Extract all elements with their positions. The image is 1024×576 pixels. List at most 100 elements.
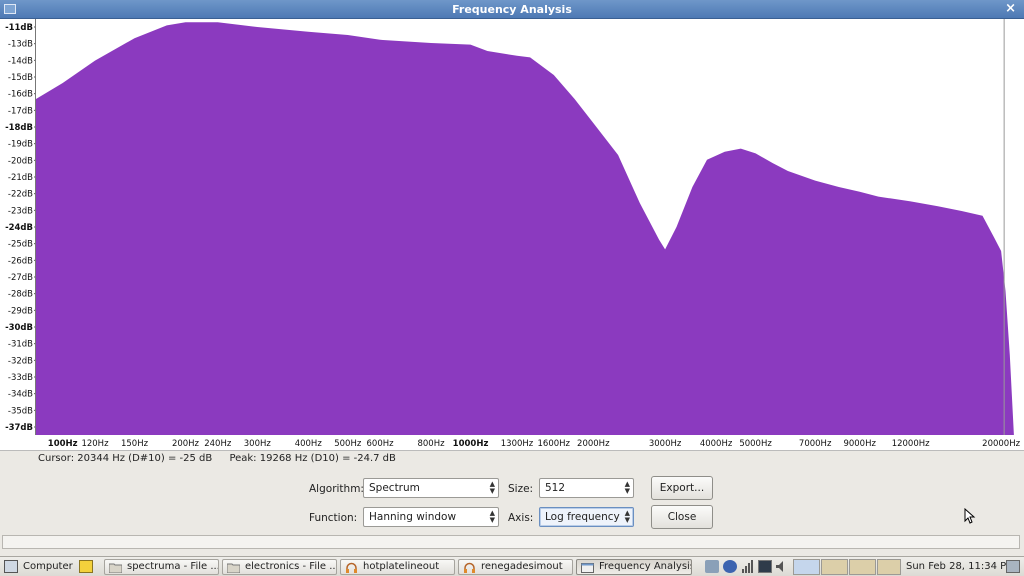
headphones-icon <box>346 562 357 573</box>
workspace-1[interactable] <box>793 559 820 575</box>
function-label: Function: <box>309 512 358 524</box>
task-spectruma[interactable]: spectruma - File ... <box>104 559 219 575</box>
axis-value: Log frequency <box>545 511 620 523</box>
y-tick-label: -14dB <box>8 56 33 66</box>
folder-icon <box>109 563 122 573</box>
x-tick-label: 2000Hz <box>577 439 610 449</box>
x-tick-label: 600Hz <box>367 439 395 449</box>
show-desktop-icon[interactable] <box>1006 560 1020 573</box>
y-tick-label: -30dB <box>5 323 33 333</box>
window-icon <box>581 563 594 573</box>
x-tick-label: 9000Hz <box>843 439 876 449</box>
x-tick-label: 7000Hz <box>799 439 832 449</box>
x-tick-label: 120Hz <box>81 439 109 449</box>
x-tick-label: 4000Hz <box>700 439 733 449</box>
title-bar[interactable]: Frequency Analysis × <box>0 0 1024 19</box>
update-icon[interactable] <box>723 560 737 573</box>
size-label: Size: <box>508 483 534 495</box>
x-tick-label: 5000Hz <box>739 439 772 449</box>
frequency-analysis-window: Frequency Analysis × -11dB -13dB -14dB -15d… <box>0 0 1024 556</box>
x-tick-label: 1000Hz <box>453 439 489 449</box>
spectrum-plot[interactable]: -11dB -13dB -14dB -15dB -16dB -17dB -18dB -19dB… <box>0 19 1024 451</box>
size-select[interactable]: 512 ▲ ▼ <box>539 478 634 498</box>
y-tick-label: -32dB <box>8 356 33 366</box>
spin-arrows-icon: ▲ ▼ <box>489 480 495 495</box>
folder-icon <box>227 563 240 573</box>
spectrum-chart[interactable] <box>36 19 1018 435</box>
headphones-icon <box>464 562 475 573</box>
spin-arrows-icon: ▲ ▼ <box>624 480 630 495</box>
y-tick-label: -21dB <box>8 173 33 183</box>
y-tick-label: -33dB <box>8 373 33 383</box>
x-tick-label: 200Hz <box>172 439 200 449</box>
mouse-pointer-icon <box>964 508 976 524</box>
taskbar: Computer spectruma - File ... electronic… <box>0 556 1024 576</box>
export-button[interactable]: Export... <box>651 476 713 500</box>
window-title: Frequency Analysis <box>452 3 572 16</box>
x-axis: 100Hz 120Hz 150Hz 200Hz 240Hz 300Hz 400Hz 500Hz… <box>48 439 1021 449</box>
axis-select[interactable]: Log frequency ▲ ▼ <box>539 507 634 527</box>
x-tick-label: 12000Hz <box>892 439 930 449</box>
window-close-button[interactable]: × <box>1005 1 1016 16</box>
y-tick-label: -19dB <box>8 140 33 150</box>
algorithm-label: Algorithm: <box>309 483 364 495</box>
workspace-4[interactable] <box>877 559 901 575</box>
display-icon[interactable] <box>758 560 772 573</box>
volume-icon[interactable] <box>775 560 789 573</box>
y-tick-label: -23dB <box>8 206 33 216</box>
workspace-2[interactable] <box>821 559 848 575</box>
x-tick-label: 300Hz <box>244 439 272 449</box>
x-tick-label: 240Hz <box>204 439 232 449</box>
y-tick-label: -24dB <box>5 223 33 233</box>
task-hotplatelineout[interactable]: hotplatelineout <box>340 559 455 575</box>
notes-launcher-icon[interactable] <box>79 560 93 573</box>
y-tick-label: -29dB <box>8 306 33 316</box>
y-tick-label: -35dB <box>8 406 33 416</box>
x-tick-label: 1600Hz <box>538 439 571 449</box>
x-tick-label: 500Hz <box>334 439 362 449</box>
y-tick-label: -22dB <box>8 190 33 200</box>
signal-strength-icon[interactable] <box>741 560 755 573</box>
x-tick-label: 100Hz <box>48 439 78 449</box>
y-tick-label: -27dB <box>8 273 33 283</box>
spectrum-area <box>36 22 1014 435</box>
y-tick-label: -13dB <box>8 40 33 50</box>
y-tick-label: -15dB <box>8 73 33 83</box>
spin-arrows-icon: ▲ ▼ <box>489 509 495 524</box>
y-tick-label: -18dB <box>5 123 33 133</box>
y-tick-label: -34dB <box>8 390 33 400</box>
computer-icon[interactable] <box>4 560 18 573</box>
spin-arrows-icon: ▲ ▼ <box>624 509 630 524</box>
y-tick-label: -11dB <box>5 23 33 33</box>
workspace-3[interactable] <box>849 559 876 575</box>
algorithm-select[interactable]: Spectrum ▲ ▼ <box>363 478 499 498</box>
x-tick-label: 1300Hz <box>501 439 534 449</box>
size-value: 512 <box>545 482 566 494</box>
function-select[interactable]: Hanning window ▲ ▼ <box>363 507 499 527</box>
cursor-readout: Cursor: 20344 Hz (D#10) = -25 dB Peak: 1… <box>38 453 410 464</box>
task-renegadesimout[interactable]: renegadesimout <box>458 559 573 575</box>
peak-value: Peak: 19268 Hz (D10) = -24.7 dB <box>229 453 396 464</box>
x-tick-label: 800Hz <box>417 439 445 449</box>
y-tick-label: -31dB <box>8 340 33 350</box>
y-tick-label: -37dB <box>5 423 33 433</box>
y-axis: -11dB -13dB -14dB -15dB -16dB -17dB -18dB -19dB… <box>5 19 36 435</box>
status-bar <box>2 535 1020 549</box>
start-menu-button[interactable]: Computer <box>23 561 73 572</box>
x-tick-label: 3000Hz <box>649 439 682 449</box>
task-electronics[interactable]: electronics - File ... <box>222 559 337 575</box>
x-tick-label: 150Hz <box>121 439 149 449</box>
task-frequency-analysis[interactable]: Frequency Analysis <box>576 559 692 575</box>
y-tick-label: -26dB <box>8 256 33 266</box>
network-icon[interactable] <box>705 560 719 573</box>
y-tick-label: -20dB <box>8 156 33 166</box>
algorithm-value: Spectrum <box>369 482 420 494</box>
cursor-value: Cursor: 20344 Hz (D#10) = -25 dB <box>38 453 213 464</box>
function-value: Hanning window <box>369 511 457 523</box>
clock[interactable]: Sun Feb 28, 11:34 PM <box>906 561 1015 572</box>
x-tick-label: 20000Hz <box>982 439 1020 449</box>
x-tick-label: 400Hz <box>295 439 323 449</box>
y-tick-label: -28dB <box>8 290 33 300</box>
close-button[interactable]: Close <box>651 505 713 529</box>
y-tick-label: -17dB <box>8 106 33 116</box>
